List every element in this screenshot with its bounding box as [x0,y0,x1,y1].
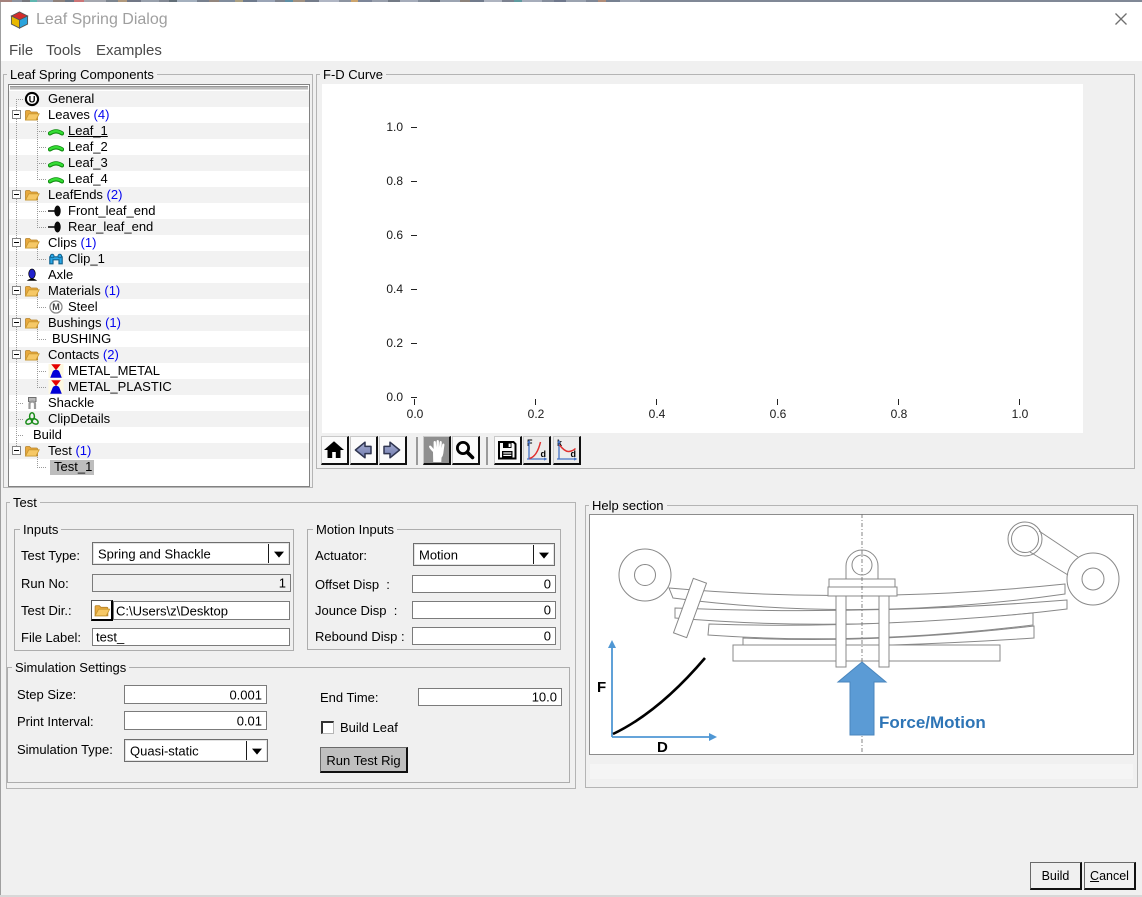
svg-text:d: d [541,449,547,459]
svg-text:Force/Motion: Force/Motion [879,713,986,732]
svg-text:D: D [657,739,668,754]
svg-text:d: d [571,449,577,459]
svg-text:F: F [597,679,606,696]
